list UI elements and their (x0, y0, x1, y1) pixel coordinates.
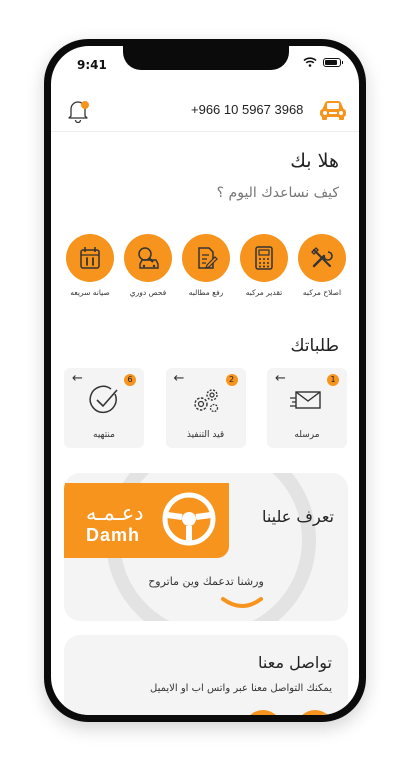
phone-frame: 9:41 +966 10 5967 3968 هلا بك كيف نساعدك… (44, 39, 366, 722)
whatsapp-contact-button[interactable] (296, 710, 334, 715)
smile-curve-icon (221, 597, 263, 608)
greeting-title: هلا بك (290, 150, 339, 172)
about-tagline: ورشنا تدعمك وين ماتروح (148, 575, 264, 588)
mail-icon (267, 384, 347, 414)
service-label: تقدير مركبه (245, 288, 283, 297)
app-screen: 9:41 +966 10 5967 3968 هلا بك كيف نساعدك… (51, 46, 359, 715)
order-card-sent[interactable]: ← 1 مرسله (267, 368, 347, 448)
service-file-claim[interactable]: رفع مطالبه (177, 234, 235, 297)
calendar-tools-icon (66, 234, 114, 282)
about-title: تعرف علينا (261, 507, 334, 526)
car-icon (320, 101, 346, 120)
greeting-subtitle: كيف نساعدك اليوم ؟ (216, 185, 339, 201)
contact-card[interactable]: تواصل معنا يمكنك التواصل معنا عبر واتس ا… (64, 635, 348, 715)
service-vehicle-repair[interactable]: اصلاح مركبه (293, 234, 351, 297)
contact-subtitle: يمكنك التواصل معنا عبر واتس اب او الايمي… (150, 683, 332, 694)
service-label: اصلاح مركبه (302, 288, 342, 297)
service-label: رفع مطالبه (188, 288, 224, 297)
about-card[interactable]: دعـمـه Damh تعرف علينا ورشنا تدعمك وين م… (64, 473, 348, 621)
order-label: منتهيه (93, 430, 115, 440)
services-row: اصلاح مركبه تقدير مركبه رفع مطالبه فحص د… (61, 234, 351, 297)
check-circle-icon (64, 384, 144, 416)
service-periodic-inspection[interactable]: فحص دوري (119, 234, 177, 297)
service-label: فحص دوري (129, 288, 167, 297)
wifi-icon (303, 57, 317, 67)
order-label: قيد التنفيذ (186, 430, 225, 440)
car-inspection-icon (124, 234, 172, 282)
status-icons (303, 57, 343, 67)
contact-title: تواصل معنا (258, 653, 332, 672)
brand-name-ar: دعـمـه (86, 501, 144, 525)
top-bar: +966 10 5967 3968 (51, 91, 359, 132)
support-phone[interactable]: +966 10 5967 3968 (191, 102, 303, 117)
orders-row: ← 1 مرسله ← 2 قيد التنفيذ ← 6 منتهيه (64, 368, 347, 448)
orders-title: طلباتك (290, 336, 339, 356)
document-edit-icon (182, 234, 230, 282)
tools-icon (298, 234, 346, 282)
notification-dot (81, 101, 89, 109)
status-time: 9:41 (77, 58, 107, 72)
calculator-icon (240, 234, 288, 282)
brand-logo-box: دعـمـه Damh (64, 483, 229, 558)
service-quick-maintenance[interactable]: صيانه سريعه (61, 234, 119, 297)
steering-wheel-icon (162, 492, 216, 546)
order-card-in-progress[interactable]: ← 2 قيد التنفيذ (165, 368, 246, 448)
notch (123, 46, 289, 70)
email-contact-button[interactable] (244, 710, 282, 715)
battery-icon (323, 57, 343, 67)
order-card-completed[interactable]: ← 6 منتهيه (64, 368, 144, 448)
gears-icon (166, 384, 246, 416)
service-vehicle-estimate[interactable]: تقدير مركبه (235, 234, 293, 297)
service-label: صيانه سريعه (70, 288, 110, 297)
order-label: مرسله (294, 430, 320, 440)
brand-name-en: Damh (86, 525, 141, 545)
